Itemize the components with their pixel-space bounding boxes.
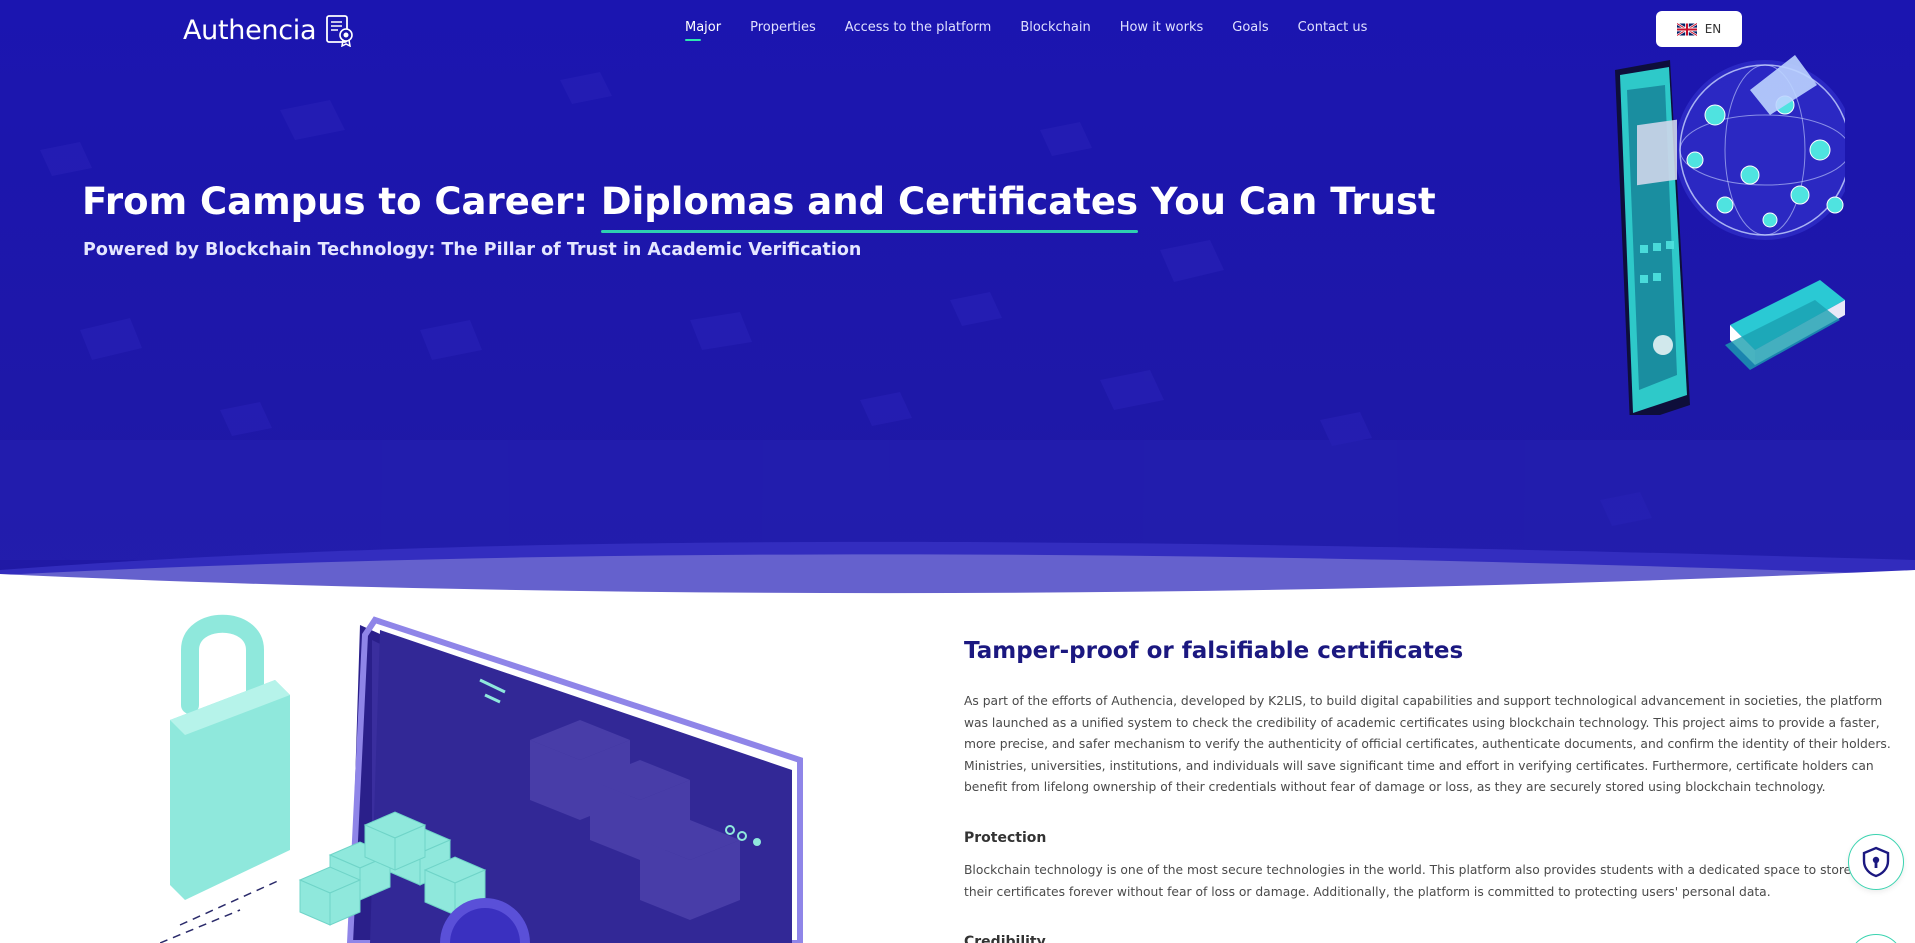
brand-logo[interactable]: Authencia xyxy=(183,13,356,47)
main-menu: Major Properties Access to the platform … xyxy=(685,20,1396,41)
section-paragraph: As part of the efforts of Authencia, dev… xyxy=(964,694,1891,794)
uk-flag-icon xyxy=(1676,22,1697,36)
certificate-icon xyxy=(326,15,354,47)
protection-title: Protection xyxy=(964,830,1047,846)
phone-globe-illustration xyxy=(1615,55,1845,415)
nav-item-contact-us[interactable]: Contact us xyxy=(1298,20,1368,35)
security-laptop-illustration xyxy=(160,614,803,943)
protection-text: Blockchain technology is one of the most… xyxy=(964,863,1852,899)
hero-title: From Campus to Career: Diplomas and Cert… xyxy=(82,180,1436,223)
brand-name: Authencia xyxy=(183,14,317,46)
nav-item-how-it-works[interactable]: How it works xyxy=(1120,20,1204,35)
hero-subtitle: Powered by Blockchain Technology: The Pi… xyxy=(83,240,862,260)
hero-title-highlight: Diplomas and Certificates xyxy=(600,180,1138,223)
nav-item-blockchain[interactable]: Blockchain xyxy=(1020,20,1090,35)
nav-item-major[interactable]: Major xyxy=(685,20,721,41)
hero-wave-divider xyxy=(0,541,1915,600)
nav-item-access-platform[interactable]: Access to the platform xyxy=(845,20,992,35)
section-title: Tamper-proof or falsifiable certificates xyxy=(964,638,1464,664)
nav-item-goals[interactable]: Goals xyxy=(1232,20,1268,35)
hero-title-suffix: You Can Trust xyxy=(1137,180,1436,223)
shield-lock-icon xyxy=(1862,846,1890,878)
top-navigation: Authencia Major Properties Access to the… xyxy=(0,0,1915,60)
hero-section xyxy=(0,0,1915,600)
language-label: EN xyxy=(1704,22,1722,36)
nav-item-properties[interactable]: Properties xyxy=(750,20,816,35)
hero-title-prefix: From Campus to Career: xyxy=(82,180,601,223)
credibility-title: Credibility xyxy=(964,934,1046,943)
credibility-feature-button[interactable] xyxy=(1848,934,1904,943)
protection-feature-button[interactable] xyxy=(1848,834,1904,890)
language-selector[interactable]: EN xyxy=(1656,11,1742,47)
